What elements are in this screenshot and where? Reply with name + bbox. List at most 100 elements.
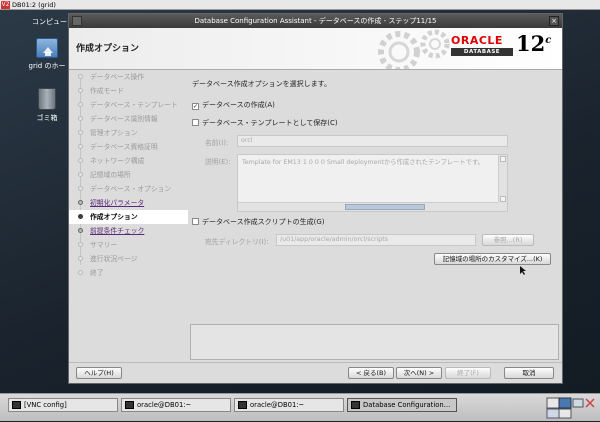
scroll-up-arrow-icon[interactable] — [500, 156, 506, 162]
nav-step-item: 進行状況ページ — [69, 252, 188, 266]
description-vertical-scrollbar[interactable] — [498, 155, 507, 203]
next-button[interactable]: 次へ(N) > — [396, 367, 442, 379]
terminal-icon — [351, 401, 360, 409]
nav-step-item: 作成モード — [69, 84, 188, 98]
cancel-button[interactable]: 取消 — [504, 367, 554, 379]
step-indicator-icon — [78, 228, 83, 233]
step-indicator-icon — [78, 116, 83, 121]
dest-dir-label: 宛先ディレクトリ(I): — [205, 238, 269, 246]
step-indicator-icon — [78, 158, 83, 163]
database-wordmark: DATABASE — [451, 48, 513, 56]
nav-step-label: 前提条件チェック — [90, 227, 145, 235]
nav-step-label: データベース・オプション — [90, 185, 172, 193]
help-button[interactable]: ヘルプ(H) — [76, 367, 122, 379]
oracle-logo: ORACLE DATABASE — [451, 34, 513, 56]
vnc-title-text: DB01:2 (grid) — [12, 1, 56, 9]
nav-step-item: データベース・オプション — [69, 182, 188, 196]
taskbar-task-label: Database Configuration… — [363, 401, 451, 409]
scroll-corner — [498, 202, 507, 211]
save-template-label: データベース・テンプレートとして保存(C) — [202, 119, 338, 127]
template-description-textarea[interactable]: Template for EM13 1 0 0 0 Small deployme… — [237, 154, 508, 212]
taskbar-task[interactable]: oracle@DB01:~ — [234, 398, 344, 412]
step-indicator-icon — [78, 130, 83, 135]
nav-step-item: 記憶域の場所 — [69, 168, 188, 182]
terminal-icon — [125, 401, 134, 409]
terminal-icon — [238, 401, 247, 409]
create-db-option[interactable]: ✓ データベースの作成(A) — [192, 100, 275, 110]
status-message-panel — [190, 324, 559, 360]
create-db-checkbox[interactable]: ✓ — [192, 103, 199, 110]
nav-step-label: ネットワーク構成 — [90, 157, 145, 165]
dest-dir-input[interactable]: /u01/app/oracle/admin/orcl/scripts — [276, 234, 476, 246]
step-indicator-icon — [78, 270, 83, 275]
taskbar-task-label: oracle@DB01:~ — [137, 401, 192, 409]
taskbar-task[interactable]: [VNC config] — [8, 398, 118, 412]
nav-step-label: 終了 — [90, 269, 104, 277]
nav-step-item: データベース資格証明 — [69, 140, 188, 154]
window-close-button[interactable]: × — [549, 16, 559, 26]
gen-scripts-checkbox[interactable] — [192, 218, 199, 225]
nav-step-label: データベース識別情報 — [90, 115, 158, 123]
nav-step-label: データベース資格証明 — [90, 143, 158, 151]
template-description-label: 説明(E): — [205, 158, 231, 166]
customize-storage-button[interactable]: 記憶域の場所のカスタマイズ...(K) — [434, 253, 551, 265]
create-db-label: データベースの作成(A) — [202, 101, 275, 109]
horizontal-scroll-thumb[interactable] — [345, 204, 425, 210]
nav-step-item: データベース・テンプレート — [69, 98, 188, 112]
desktop-computer-label[interactable]: コンピュー — [32, 17, 67, 27]
step-indicator-icon — [78, 74, 83, 79]
taskbar-task-label: [VNC config] — [24, 401, 67, 409]
step-navigation: データベース操作 作成モードデータベース・テンプレート データベース識別情報管理オプ… — [69, 70, 188, 362]
intro-text: データベース作成オプションを選択します。 — [192, 80, 331, 88]
oracle-version-mark: 12c — [516, 31, 551, 56]
nav-step-item: ネットワーク構成 — [69, 154, 188, 168]
template-description-text: Template for EM13 1 0 0 0 Small deployme… — [242, 159, 484, 166]
step-indicator-icon — [78, 242, 83, 247]
nav-step-item[interactable]: 作成オプション — [69, 210, 188, 224]
step-indicator-icon — [78, 88, 83, 93]
taskbar-task[interactable]: oracle@DB01:~ — [121, 398, 231, 412]
step-indicator-icon — [78, 256, 83, 261]
nav-step-label: 進行状況ページ — [90, 255, 138, 263]
save-template-option[interactable]: データベース・テンプレートとして保存(C) — [192, 118, 338, 128]
finish-button[interactable]: 終了(F) — [445, 367, 491, 379]
save-template-checkbox[interactable] — [192, 119, 199, 126]
nav-step-item: 管理オプション — [69, 126, 188, 140]
step-indicator-icon — [78, 200, 83, 205]
vnc-titlebar: V2 DB01:2 (grid) — [0, 0, 600, 10]
header-banner: 作成オプション ORACLE DATABASE 12c — [69, 28, 562, 70]
step-indicator-icon — [78, 144, 83, 149]
taskbar-task-label: oracle@DB01:~ — [250, 401, 305, 409]
window-menu-icon[interactable] — [72, 16, 82, 26]
nav-step-item[interactable]: 初期化パラメータ — [69, 196, 188, 210]
window-title: Database Configuration Assistant - データベー… — [194, 17, 437, 25]
tray-icons — [546, 397, 595, 419]
mouse-pointer-icon — [520, 266, 526, 275]
nav-step-item: データベース操作 — [69, 70, 188, 84]
nav-step-label: データベース・テンプレート — [90, 101, 178, 109]
version-number: 12 — [516, 31, 546, 56]
description-horizontal-scrollbar[interactable] — [238, 202, 499, 211]
back-button[interactable]: < 戻る(B) — [348, 367, 394, 379]
nav-step-label: サマリー — [90, 241, 118, 249]
nav-step-label: データベース操作 — [90, 73, 145, 81]
nav-step-item[interactable]: 前提条件チェック — [69, 224, 188, 238]
main-content: データベース作成オプションを選択します。 ✓ データベースの作成(A) データベー… — [188, 70, 562, 362]
gen-scripts-label: データベース作成スクリプトの生成(G) — [202, 218, 325, 226]
template-name-input[interactable]: orcl — [237, 135, 508, 147]
taskbar-task[interactable]: Database Configuration… — [347, 398, 457, 412]
browse-button[interactable]: 参照...(R) — [482, 234, 534, 246]
dbca-window: Database Configuration Assistant - データベー… — [68, 13, 563, 384]
window-titlebar[interactable]: Database Configuration Assistant - データベー… — [69, 14, 562, 28]
nav-step-item: サマリー — [69, 238, 188, 252]
step-indicator-icon — [78, 172, 83, 177]
step-indicator-icon — [78, 186, 83, 191]
step-indicator-icon — [78, 102, 83, 107]
system-tray — [545, 396, 597, 420]
template-name-label: 名前(I): — [205, 139, 229, 147]
gen-scripts-option[interactable]: データベース作成スクリプトの生成(G) — [192, 217, 325, 227]
wizard-footer: ヘルプ(H) < 戻る(B) 次へ(N) > 終了(F) 取消 — [69, 362, 562, 383]
gears-decoration-icon — [378, 29, 450, 69]
step-indicator-icon — [78, 214, 83, 219]
nav-step-label: 作成モード — [90, 87, 124, 95]
